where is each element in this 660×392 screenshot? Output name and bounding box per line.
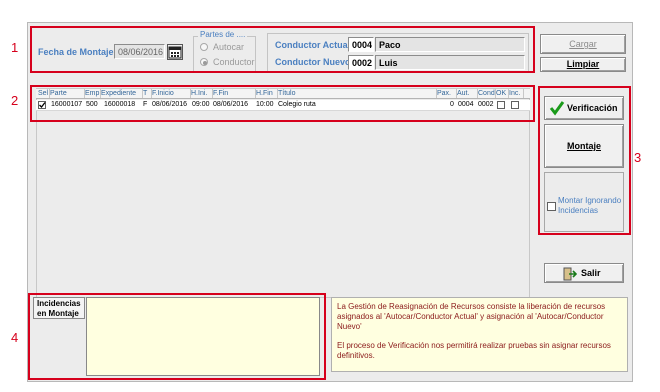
info-paragraph-1: La Gestión de Reasignación de Recursos c… xyxy=(337,302,606,331)
annotation-box-1 xyxy=(30,26,535,73)
limpiar-button[interactable]: Limpiar xyxy=(540,57,626,72)
annotation-box-2 xyxy=(30,85,535,122)
annotation-number-1: 1 xyxy=(11,40,19,55)
annotation-number-2: 2 xyxy=(11,93,19,108)
exit-icon xyxy=(563,267,577,281)
salir-button[interactable]: Salir xyxy=(544,263,624,283)
info-paragraph-2: El proceso de Verificación nos permitirá… xyxy=(337,341,611,360)
annotation-number-3: 3 xyxy=(634,150,642,165)
salir-label: Salir xyxy=(581,268,601,278)
cargar-button[interactable]: Cargar xyxy=(540,34,626,54)
annotation-number-4: 4 xyxy=(11,330,19,345)
info-panel: La Gestión de Reasignación de Recursos c… xyxy=(331,297,628,372)
annotation-box-4 xyxy=(28,293,326,380)
annotation-box-3 xyxy=(538,86,631,235)
